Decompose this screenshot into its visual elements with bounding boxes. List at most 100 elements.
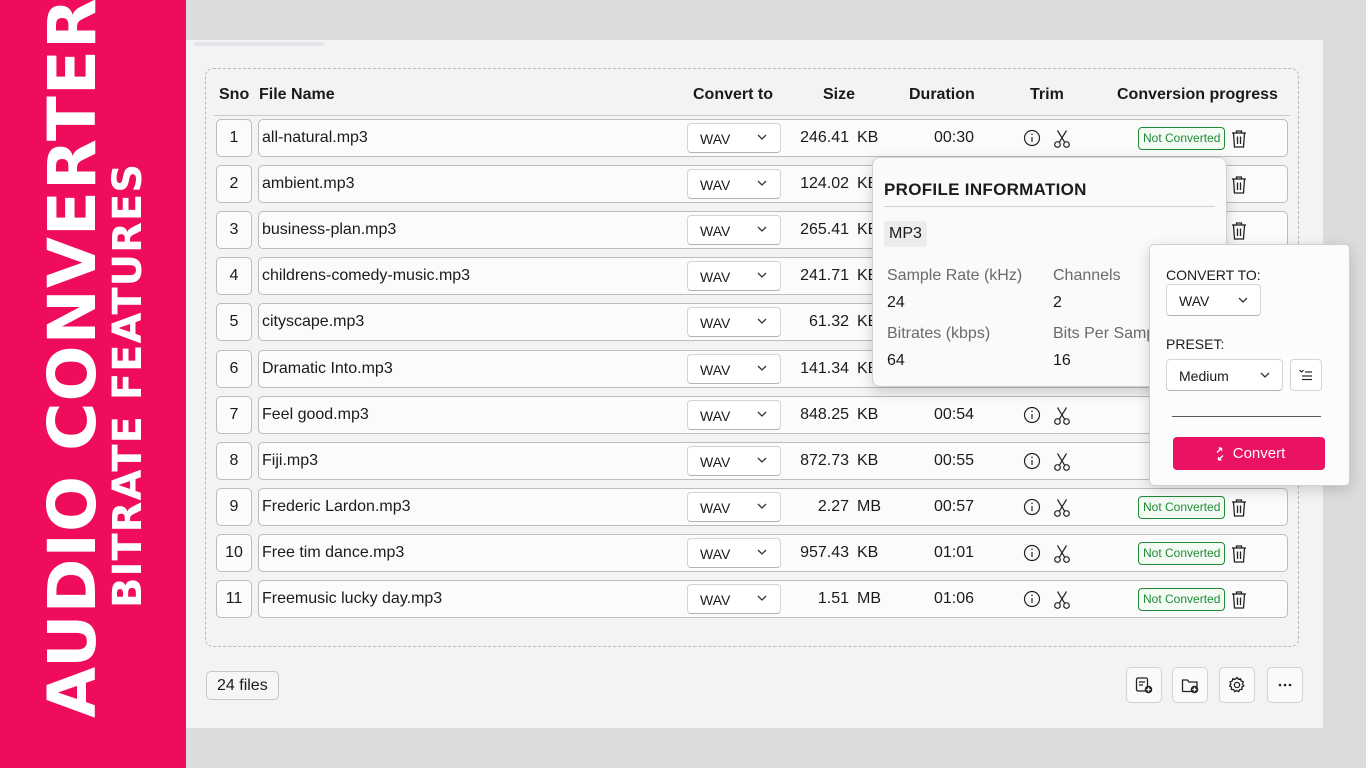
file-count-badge: 24 files xyxy=(206,671,279,700)
promo-banner: AUDIO CONVERTER BITRATE FEATURES xyxy=(0,0,186,768)
info-icon[interactable] xyxy=(1023,129,1041,147)
format-value: WAV xyxy=(700,499,731,516)
convert-format-select[interactable]: WAV xyxy=(687,353,781,384)
scissors-icon[interactable] xyxy=(1053,129,1071,149)
preset-settings-button[interactable] xyxy=(1290,359,1322,391)
format-value: WAV xyxy=(700,315,731,332)
info-icon[interactable] xyxy=(1023,544,1041,562)
convert-format-select[interactable]: WAV xyxy=(687,537,781,568)
row-number: 7 xyxy=(216,395,252,434)
header-convert-to: Convert to xyxy=(693,86,773,103)
convert-format-select[interactable]: WAV xyxy=(687,215,781,246)
row-box[interactable]: Fiji.mp3 WAV 872.73 KB 00:55 xyxy=(258,441,1288,480)
file-size-unit: KB xyxy=(857,451,879,469)
format-value: WAV xyxy=(700,592,731,608)
convert-format-select[interactable]: WAV xyxy=(687,123,781,153)
file-size-unit: KB xyxy=(857,129,879,146)
format-value: WAV xyxy=(700,407,731,424)
scissors-icon[interactable] xyxy=(1053,498,1071,518)
info-icon[interactable] xyxy=(1023,452,1041,470)
file-size: 61.32 xyxy=(808,313,849,331)
chevron-down-icon xyxy=(757,272,767,279)
convert-format-select[interactable]: WAV xyxy=(687,169,781,200)
scissors-icon[interactable] xyxy=(1053,406,1071,426)
file-size-unit: KB xyxy=(857,405,879,423)
row-box[interactable]: Freemusic lucky day.mp3 WAV 1.51 MB 01:06 Not… xyxy=(258,580,1288,618)
file-name: Dramatic Into.mp3 xyxy=(262,359,393,377)
info-icon[interactable] xyxy=(1023,590,1041,608)
row-number: 9 xyxy=(216,487,252,526)
trash-icon[interactable] xyxy=(1230,221,1248,241)
convert-format-select[interactable]: WAV xyxy=(687,491,781,522)
row-box[interactable]: Feel good.mp3 WAV 848.25 KB 00:54 xyxy=(258,395,1288,434)
titlebar-ghost xyxy=(194,42,324,46)
file-name: Feel good.mp3 xyxy=(262,405,369,423)
add-file-button[interactable] xyxy=(1126,667,1162,703)
convert-to-select[interactable]: WAV xyxy=(1166,284,1261,316)
bitrate-value: 64 xyxy=(887,352,905,369)
settings-button[interactable] xyxy=(1219,667,1255,703)
file-size: 124.02 xyxy=(800,175,849,193)
convert-format-select[interactable]: WAV xyxy=(687,399,781,430)
chevron-down-icon xyxy=(757,180,767,187)
chevron-down-icon xyxy=(757,411,767,417)
add-file-icon xyxy=(1135,677,1153,694)
banner-text-group: AUDIO CONVERTER BITRATE FEATURES xyxy=(0,0,186,768)
file-name: business-plan.mp3 xyxy=(262,221,397,239)
list-settings-icon xyxy=(1299,369,1312,381)
row-box[interactable]: all-natural.mp3 WAV 246.41 KB 00:30 Not Conve… xyxy=(258,119,1288,157)
chevron-down-icon xyxy=(757,365,767,371)
banner-title: AUDIO CONVERTER xyxy=(34,0,111,718)
file-size: 265.41 xyxy=(800,221,849,239)
more-icon xyxy=(1278,683,1292,687)
add-folder-button[interactable] xyxy=(1172,667,1208,703)
file-name: cityscape.mp3 xyxy=(262,313,365,331)
table-row: 11 Freemusic lucky day.mp3 WAV 1.51 MB 01:06 N… xyxy=(206,580,1298,618)
duration: 00:57 xyxy=(933,497,975,515)
trash-icon[interactable] xyxy=(1230,129,1248,149)
info-icon[interactable] xyxy=(1023,498,1041,516)
file-name: Frederic Lardon.mp3 xyxy=(262,497,411,515)
format-value: WAV xyxy=(700,453,731,470)
chevron-down-icon xyxy=(757,457,767,463)
convert-panel: CONVERT TO: WAV PRESET: Medium Convert xyxy=(1149,244,1350,486)
profile-format-tag: MP3 xyxy=(884,221,927,247)
row-number: 4 xyxy=(216,257,252,296)
file-name: ambient.mp3 xyxy=(262,175,355,193)
more-button[interactable] xyxy=(1267,667,1303,703)
convert-icon xyxy=(1216,446,1224,461)
trash-icon[interactable] xyxy=(1230,498,1248,518)
preset-value: Medium xyxy=(1179,368,1229,384)
table-header: Sno File Name Convert to Size Duration T… xyxy=(206,86,1298,116)
scissors-icon[interactable] xyxy=(1053,544,1071,564)
trash-icon[interactable] xyxy=(1230,544,1248,564)
file-size: 957.43 xyxy=(800,543,849,561)
convert-format-select[interactable]: WAV xyxy=(687,261,781,292)
trash-icon[interactable] xyxy=(1230,175,1248,195)
row-number: 10 xyxy=(216,533,252,572)
sample-rate-label: Sample Rate (kHz) xyxy=(887,267,1023,284)
convert-format-select[interactable]: WAV xyxy=(687,307,781,338)
chevron-down-icon xyxy=(757,226,767,233)
header-divider xyxy=(214,115,1290,116)
file-size: 241.71 xyxy=(800,267,849,285)
convert-format-select[interactable]: WAV xyxy=(687,445,781,476)
format-value: WAV xyxy=(700,177,731,194)
row-number: 5 xyxy=(216,303,252,342)
row-box[interactable]: Frederic Lardon.mp3 WAV 2.27 MB 00:57 Not Con… xyxy=(258,487,1288,526)
header-sno: Sno xyxy=(219,86,250,103)
convert-format-select[interactable]: WAV xyxy=(687,584,781,614)
row-number: 3 xyxy=(216,211,252,250)
convert-button[interactable]: Convert xyxy=(1173,437,1325,470)
trash-icon[interactable] xyxy=(1230,590,1248,610)
convert-to-value: WAV xyxy=(1179,293,1210,309)
duration: 01:01 xyxy=(933,543,975,561)
scissors-icon[interactable] xyxy=(1053,452,1071,472)
header-trim: Trim xyxy=(1030,86,1064,103)
scissors-icon[interactable] xyxy=(1053,590,1071,610)
channels-value: 2 xyxy=(1053,294,1062,311)
row-box[interactable]: Free tim dance.mp3 WAV 957.43 KB 01:01 Not Co… xyxy=(258,533,1288,572)
info-icon[interactable] xyxy=(1023,406,1041,424)
preset-select[interactable]: Medium xyxy=(1166,359,1283,391)
table-row: 10 Free tim dance.mp3 WAV 957.43 KB 01:01 Not … xyxy=(206,533,1298,572)
